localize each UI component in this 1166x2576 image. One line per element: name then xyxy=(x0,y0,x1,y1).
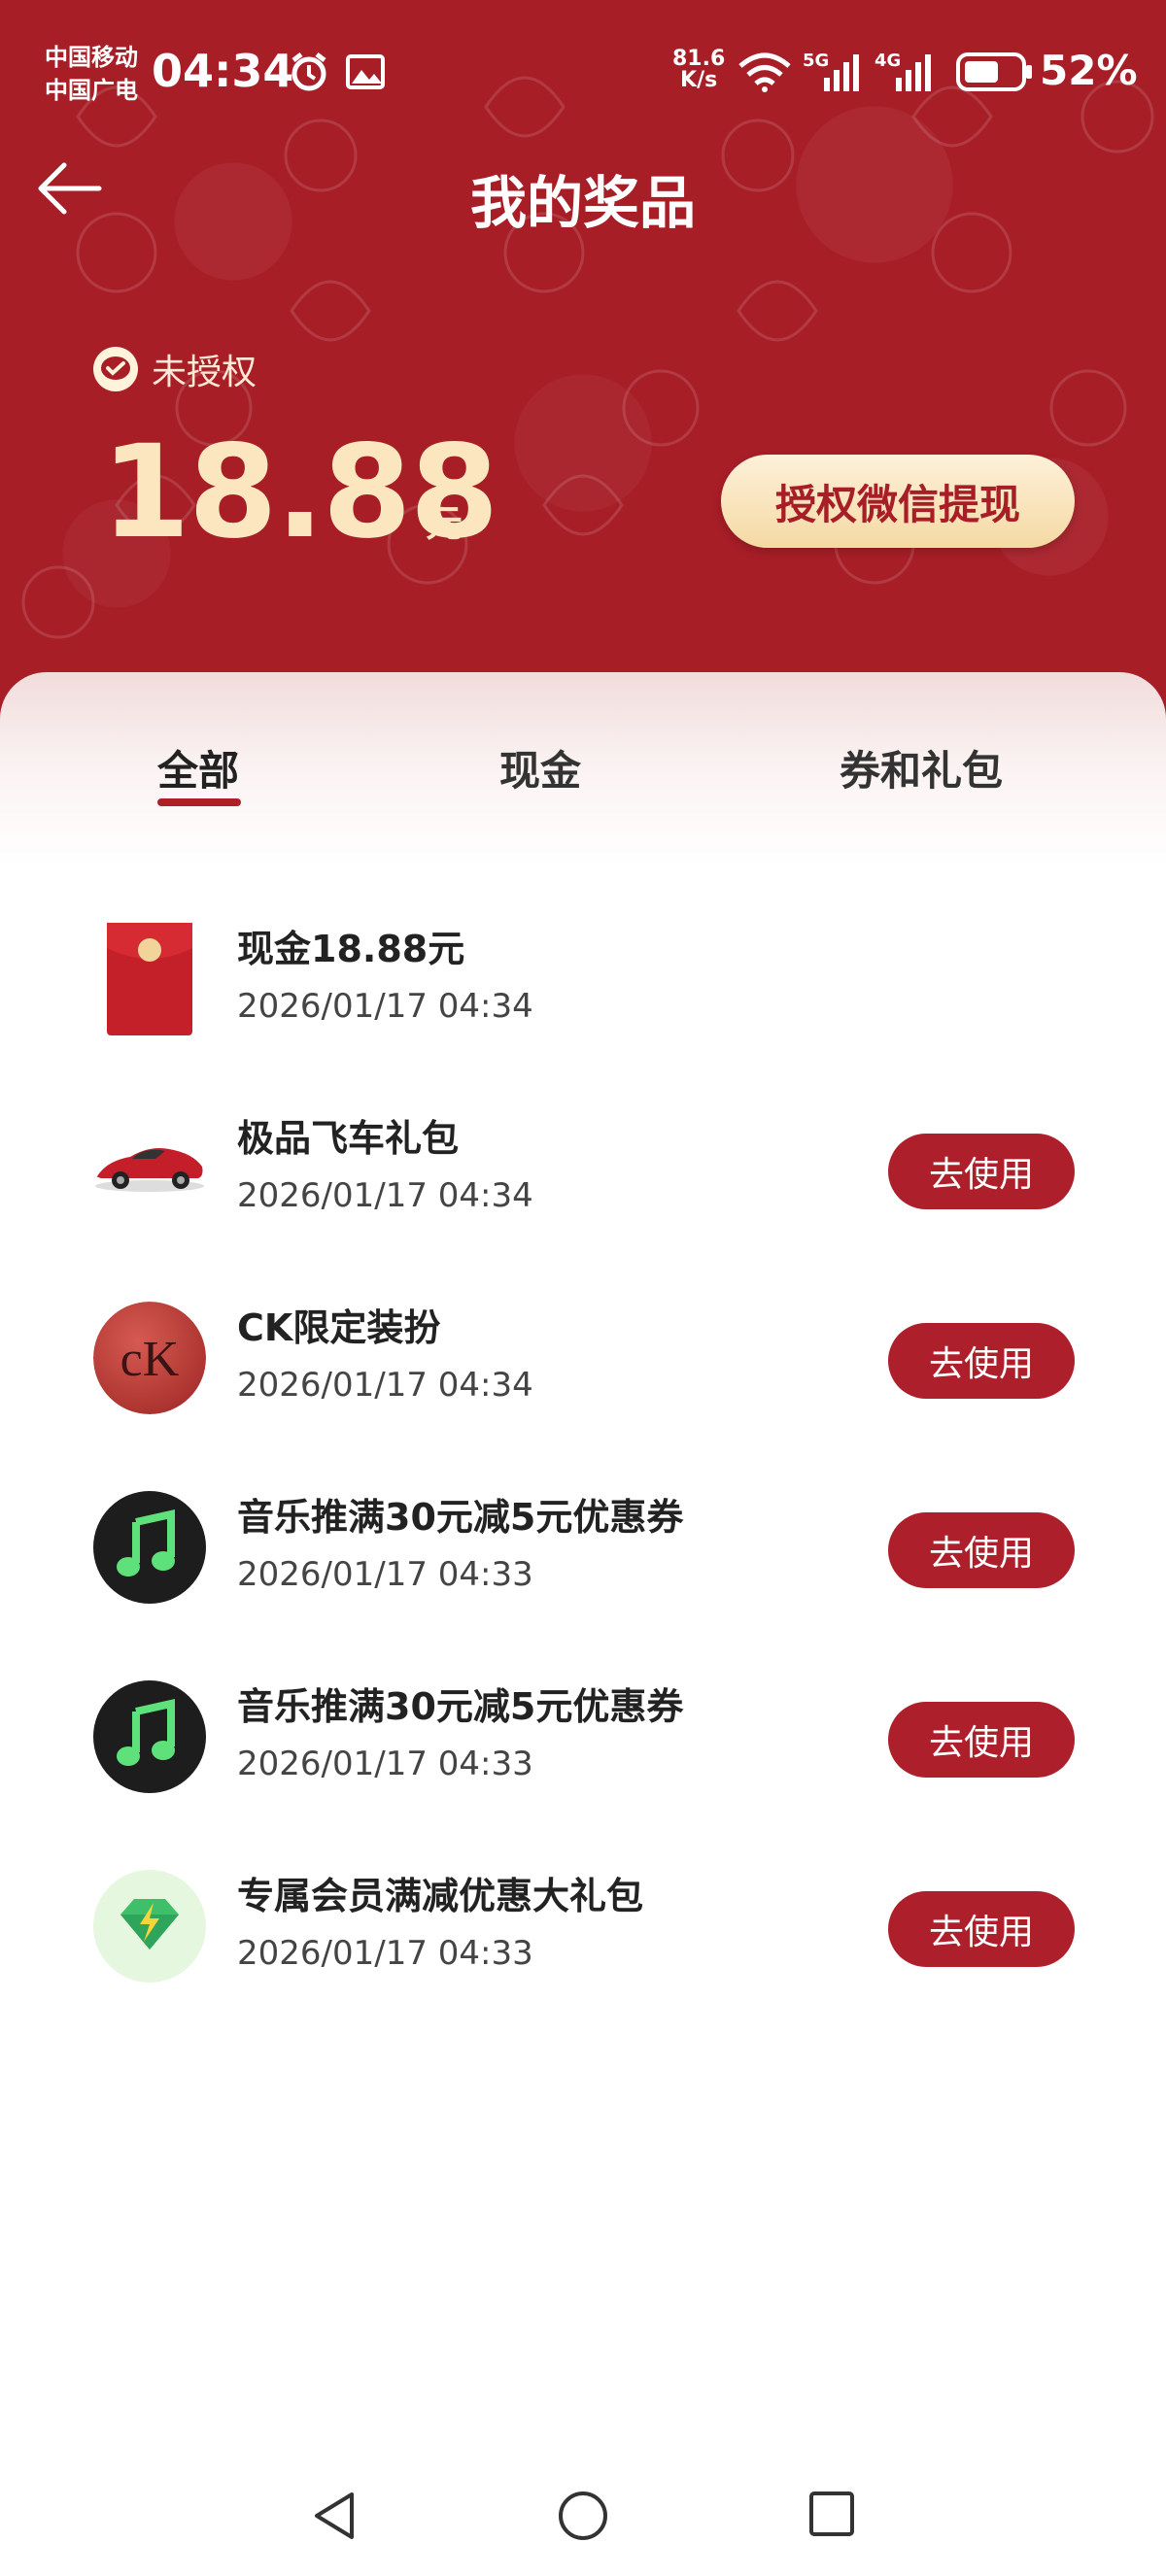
list-item[interactable]: 音乐推满30元减5元优惠券 2026/01/17 04:33 去使用 xyxy=(0,1462,1166,1608)
wifi-icon xyxy=(738,52,791,92)
list-item[interactable]: cK CK限定装扮 2026/01/17 04:34 去使用 xyxy=(0,1272,1166,1418)
prize-date: 2026/01/17 04:34 xyxy=(237,1176,533,1215)
network-speed: 81.6 K/s xyxy=(672,49,725,91)
list-item[interactable]: 极品飞车礼包 2026/01/17 04:34 去使用 xyxy=(0,1083,1166,1229)
use-button[interactable]: 去使用 xyxy=(888,1512,1075,1588)
active-tab-indicator xyxy=(157,798,241,806)
signal-bars-icon xyxy=(824,54,859,91)
carrier-1: 中国移动 xyxy=(45,44,138,71)
music-note-icon xyxy=(93,1491,206,1604)
image-notification-icon xyxy=(346,54,385,89)
use-button[interactable]: 去使用 xyxy=(888,1323,1075,1399)
diamond-lightning-icon xyxy=(93,1870,206,1983)
prize-title: 音乐推满30元减5元优惠券 xyxy=(237,1685,684,1728)
prize-date: 2026/01/17 04:33 xyxy=(237,1934,533,1973)
status-bar: 中国移动 中国广电 04:34 81.6 K/s 5G 4G 52% xyxy=(0,0,1166,146)
alarm-icon xyxy=(292,52,326,91)
balance-unit: 元 xyxy=(426,502,463,545)
nav-home-icon[interactable] xyxy=(556,2489,610,2543)
music-note-icon xyxy=(93,1680,206,1793)
use-button[interactable]: 去使用 xyxy=(888,1134,1075,1209)
svg-text:cK: cK xyxy=(120,1332,180,1387)
nav-back-icon[interactable] xyxy=(309,2489,361,2543)
tab-bar: 全部 现金 券和礼包 xyxy=(0,738,1166,826)
prize-title: 极品飞车礼包 xyxy=(237,1117,460,1160)
carrier-labels: 中国移动 中国广电 xyxy=(45,41,138,107)
prize-date: 2026/01/17 04:33 xyxy=(237,1555,533,1594)
tab-coupons-gifts[interactable]: 券和礼包 xyxy=(840,738,1003,797)
list-item[interactable]: 音乐推满30元减5元优惠券 2026/01/17 04:33 去使用 xyxy=(0,1651,1166,1797)
prize-title: 专属会员满减优惠大礼包 xyxy=(237,1875,644,1917)
carrier-2: 中国广电 xyxy=(45,77,138,104)
ck-logo-icon: cK xyxy=(93,1302,206,1414)
red-envelope-icon xyxy=(107,923,192,1035)
status-time: 04:34 xyxy=(152,45,294,97)
battery-icon xyxy=(956,52,1032,91)
auth-status-label: 未授权 xyxy=(152,353,257,392)
prize-title: 音乐推满30元减5元优惠券 xyxy=(237,1496,684,1539)
speed-unit: K/s xyxy=(680,68,718,92)
withdraw-button[interactable]: 授权微信提现 xyxy=(721,455,1075,548)
tab-cash[interactable]: 现金 xyxy=(499,738,581,797)
use-button[interactable]: 去使用 xyxy=(888,1702,1075,1778)
wechat-icon xyxy=(93,347,138,391)
nav-recents-icon[interactable] xyxy=(806,2489,857,2539)
auth-status: 未授权 xyxy=(93,344,257,394)
prize-title: 现金18.88元 xyxy=(237,928,465,970)
prize-title: CK限定装扮 xyxy=(237,1306,441,1349)
use-button[interactable]: 去使用 xyxy=(888,1891,1075,1967)
prize-date: 2026/01/17 04:34 xyxy=(237,987,533,1026)
prize-date: 2026/01/17 04:34 xyxy=(237,1366,533,1405)
sports-car-icon xyxy=(95,1148,204,1192)
speed-value: 81.6 xyxy=(672,47,726,71)
prize-date: 2026/01/17 04:33 xyxy=(237,1745,533,1783)
signal-bars-icon-2 xyxy=(896,54,931,91)
tab-all[interactable]: 全部 xyxy=(157,738,239,797)
system-navigation-bar xyxy=(0,2467,1166,2555)
page-title: 我的奖品 xyxy=(469,170,696,236)
list-item[interactable]: 专属会员满减优惠大礼包 2026/01/17 04:33 去使用 xyxy=(0,1841,1166,1986)
list-item[interactable]: 现金18.88元 2026/01/17 04:34 xyxy=(0,894,1166,1039)
battery-percent: 52% xyxy=(1040,47,1138,94)
header-banner: 中国移动 中国广电 04:34 81.6 K/s 5G 4G 52% 我的奖品 … xyxy=(0,0,1166,738)
